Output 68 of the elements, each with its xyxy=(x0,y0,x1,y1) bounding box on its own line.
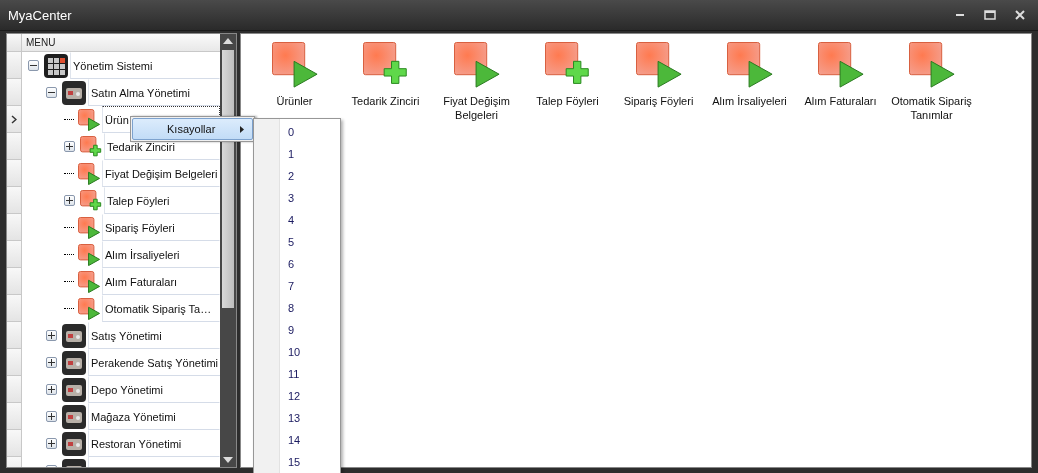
submenu-arrow-icon xyxy=(240,125,244,133)
shortcut-label[interactable]: Alım İrsaliyeleri xyxy=(712,94,787,108)
submenu-item[interactable]: 15 xyxy=(280,451,301,473)
submenu-item[interactable]: 0 xyxy=(280,121,301,143)
submenu-item[interactable]: 11 xyxy=(280,363,301,385)
maximize-icon xyxy=(984,10,996,20)
play-task-icon xyxy=(817,42,864,88)
app-icon xyxy=(62,377,86,402)
app-icon xyxy=(62,323,86,348)
menu-item[interactable]: Kısayollar xyxy=(132,118,253,140)
shortcut-label[interactable]: Otomatik Sipariş Tanımlar xyxy=(886,94,977,122)
expand-icon[interactable] xyxy=(46,411,57,422)
scroll-up-icon[interactable] xyxy=(223,38,233,44)
play-task-icon xyxy=(78,162,100,185)
expand-icon[interactable] xyxy=(64,195,75,206)
scrollbar[interactable] xyxy=(220,34,236,467)
submenu-item[interactable]: 12 xyxy=(280,385,301,407)
collapse-icon[interactable] xyxy=(46,87,57,98)
expand-icon[interactable] xyxy=(46,357,57,368)
shortcut-label[interactable]: Talep Föyleri xyxy=(536,94,599,108)
submenu-item[interactable]: 8 xyxy=(280,297,301,319)
shortcut-label[interactable]: Fiyat Değişim Belgeleri xyxy=(431,94,522,122)
menu-item-label: Kısayollar xyxy=(167,123,216,135)
app-icon xyxy=(62,431,86,456)
submenu-item[interactable]: 3 xyxy=(280,187,301,209)
grid-icon xyxy=(44,53,68,78)
submenu-item[interactable]: 1 xyxy=(280,143,301,165)
minimize-icon xyxy=(956,14,964,16)
play-task-icon xyxy=(908,42,955,88)
app-icon xyxy=(62,350,86,375)
submenu-item[interactable]: 5 xyxy=(280,231,301,253)
column-header: MENU xyxy=(22,34,220,52)
current-row-icon xyxy=(11,114,17,124)
expand-icon[interactable] xyxy=(46,330,57,341)
play-task-icon xyxy=(78,270,100,293)
shortcut-label[interactable]: Tedarik Zinciri xyxy=(351,94,420,108)
scroll-thumb[interactable] xyxy=(222,50,234,308)
submenu-item[interactable]: 14 xyxy=(280,429,301,451)
submenu-item[interactable]: 7 xyxy=(280,275,301,297)
add-task-icon xyxy=(80,189,102,212)
play-task-icon xyxy=(78,297,100,320)
shortcut-label[interactable]: Ürünler xyxy=(276,94,313,108)
shortcut-label[interactable]: Sipariş Föyleri xyxy=(623,94,694,108)
play-task-icon xyxy=(453,42,500,88)
play-task-icon xyxy=(271,42,318,88)
add-task-icon xyxy=(80,135,102,158)
expand-icon[interactable] xyxy=(46,438,57,449)
row-header[interactable] xyxy=(7,106,22,133)
expand-icon[interactable] xyxy=(64,141,75,152)
app-icon xyxy=(62,80,86,105)
submenu-item[interactable]: 10 xyxy=(280,341,301,363)
shortcut-label[interactable]: Alım Faturaları xyxy=(804,94,877,108)
play-task-icon xyxy=(635,42,682,88)
submenu-item[interactable]: 6 xyxy=(280,253,301,275)
close-icon xyxy=(1015,10,1025,20)
app-icon xyxy=(62,404,86,429)
submenu-item[interactable]: 2 xyxy=(280,165,301,187)
play-task-icon xyxy=(78,108,100,131)
submenu-item[interactable]: 4 xyxy=(280,209,301,231)
play-task-icon xyxy=(726,42,773,88)
submenu-item[interactable]: 9 xyxy=(280,319,301,341)
play-task-icon xyxy=(78,216,100,239)
window-title: MyaCenter xyxy=(8,7,72,23)
collapse-icon[interactable] xyxy=(28,60,39,71)
play-task-icon xyxy=(78,243,100,266)
submenu-item[interactable]: 13 xyxy=(280,407,301,429)
scroll-down-icon[interactable] xyxy=(223,457,233,463)
expand-icon[interactable] xyxy=(46,384,57,395)
